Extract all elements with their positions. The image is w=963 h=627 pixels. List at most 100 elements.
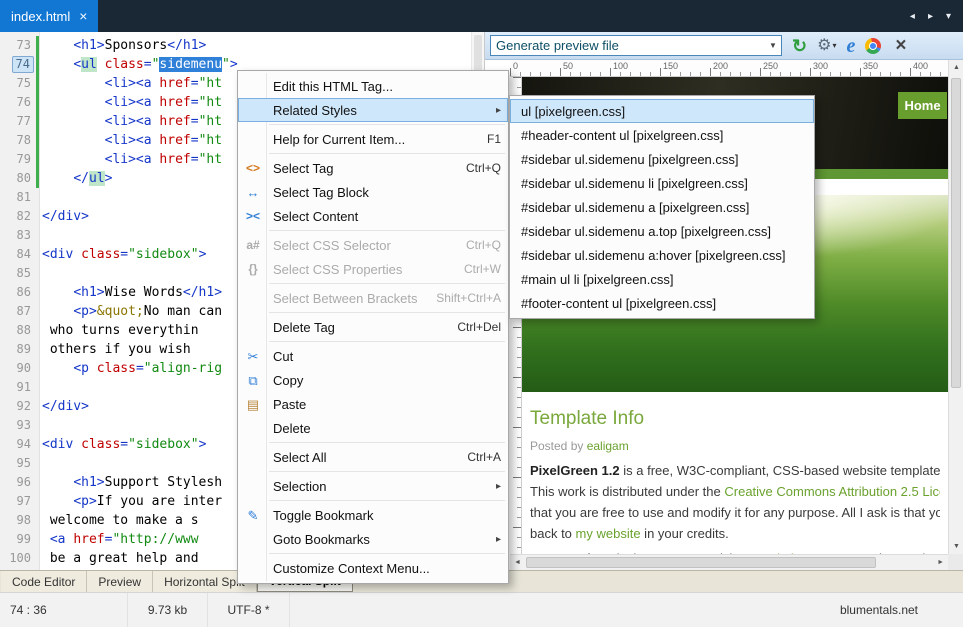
tab-scroll-right-icon[interactable]: ▸	[928, 11, 933, 22]
gutter-row[interactable]: 83	[0, 226, 39, 245]
menu-item-cut[interactable]: ✂Cut	[238, 344, 508, 368]
gutter-row[interactable]: 81	[0, 188, 39, 207]
home-button[interactable]: Home	[898, 92, 947, 119]
gutter-row[interactable]: 90	[0, 359, 39, 378]
gutter-row[interactable]: 88	[0, 321, 39, 340]
gutter-row[interactable]: 96	[0, 473, 39, 492]
tab-close-icon[interactable]: ×	[79, 9, 87, 23]
menu-item-customize-context-menu[interactable]: Customize Context Menu...	[238, 556, 508, 580]
refresh-icon[interactable]: ↻	[792, 37, 807, 55]
scroll-left-icon[interactable]: ◄	[514, 559, 521, 566]
preview-link[interactable]: my website	[576, 526, 641, 541]
gutter-row[interactable]: 95	[0, 454, 39, 473]
submenu-item[interactable]: #sidebar ul.sidemenu li [pixelgreen.css]	[510, 171, 814, 195]
tab-scroll-left-icon[interactable]: ◂	[910, 11, 915, 22]
gutter-row[interactable]: 87	[0, 302, 39, 321]
menu-item-related-styles[interactable]: Related Styles▸	[238, 98, 508, 122]
css-selector-icon: a#	[238, 239, 268, 251]
gutter-row[interactable]: 89	[0, 340, 39, 359]
gutter-row[interactable]: 92	[0, 397, 39, 416]
gutter-row[interactable]: 86	[0, 283, 39, 302]
gutter-row[interactable]: 97	[0, 492, 39, 511]
scroll-up-icon[interactable]: ▲	[953, 64, 960, 71]
gutter-row[interactable]: 79	[0, 150, 39, 169]
menu-item-label: Selection	[268, 479, 486, 494]
menu-item-edit-this-html-tag[interactable]: Edit this HTML Tag...	[238, 74, 508, 98]
gutter-row[interactable]: 84	[0, 245, 39, 264]
menu-item-select-all[interactable]: Select AllCtrl+A	[238, 445, 508, 469]
bottom-tab-preview[interactable]: Preview	[87, 571, 153, 592]
menu-item-label: Select CSS Selector	[268, 238, 456, 253]
gutter-row[interactable]: 94	[0, 435, 39, 454]
gutter-row[interactable]: 74	[0, 55, 39, 74]
gutter-row[interactable]: 93	[0, 416, 39, 435]
select-tag-block-icon: ↔	[238, 186, 268, 199]
menu-item-select-tag[interactable]: <>Select TagCtrl+Q	[238, 156, 508, 180]
menu-item-delete[interactable]: Delete	[238, 416, 508, 440]
menu-item-label: Copy	[268, 373, 491, 388]
scroll-down-icon[interactable]: ▼	[953, 543, 960, 550]
submenu-item[interactable]: #sidebar ul.sidemenu a:hover [pixelgreen…	[510, 243, 814, 267]
settings-button[interactable]: ⚙ ▾	[817, 38, 836, 54]
menu-shortcut: Ctrl+Q	[456, 238, 501, 252]
line-number: 95	[14, 456, 34, 471]
gutter-row[interactable]: 80	[0, 169, 39, 188]
scroll-right-icon[interactable]: ►	[937, 559, 944, 566]
submenu-item[interactable]: ul [pixelgreen.css]	[510, 99, 814, 123]
gutter-row[interactable]: 73	[0, 36, 39, 55]
gutter-row[interactable]: 99	[0, 530, 39, 549]
menu-shortcut: F1	[477, 132, 501, 146]
gutter-row[interactable]: 75	[0, 74, 39, 93]
preview-vertical-scrollbar[interactable]: ▲ ▼	[948, 60, 963, 554]
modified-line-marker	[36, 93, 39, 112]
bottom-tab-code-editor[interactable]: Code Editor	[1, 571, 87, 592]
menu-item-help-for-current-item[interactable]: Help for Current Item...F1	[238, 127, 508, 151]
submenu-item[interactable]: #sidebar ul.sidemenu a.top [pixelgreen.c…	[510, 219, 814, 243]
menu-item-delete-tag[interactable]: Delete TagCtrl+Del	[238, 315, 508, 339]
gutter-row[interactable]: 100	[0, 549, 39, 568]
menu-item-goto-bookmarks[interactable]: Goto Bookmarks▸	[238, 527, 508, 551]
menu-item-selection[interactable]: Selection▸	[238, 474, 508, 498]
gutter-row[interactable]: 76	[0, 93, 39, 112]
internet-explorer-icon[interactable]: e	[846, 36, 855, 56]
submenu-item[interactable]: #sidebar ul.sidemenu a [pixelgreen.css]	[510, 195, 814, 219]
line-number: 92	[14, 399, 34, 414]
menu-item-label: Goto Bookmarks	[268, 532, 486, 547]
author-link[interactable]: ealigam	[587, 439, 629, 453]
gutter-row[interactable]: 77	[0, 112, 39, 131]
menu-item-select-tag-block[interactable]: ↔Select Tag Block	[238, 180, 508, 204]
preview-horizontal-scrollbar[interactable]: ◄ ►	[510, 554, 948, 570]
line-number: 96	[14, 475, 34, 490]
vertical-scroll-thumb[interactable]	[951, 78, 961, 388]
code-line[interactable]: <h1>Sponsors</h1>	[42, 36, 471, 55]
gutter-row[interactable]: 91	[0, 378, 39, 397]
line-number: 79	[14, 152, 34, 167]
chrome-icon[interactable]	[865, 38, 881, 54]
submenu-item[interactable]: #sidebar ul.sidemenu [pixelgreen.css]	[510, 147, 814, 171]
gutter-row[interactable]: 78	[0, 131, 39, 150]
gutter-row[interactable]: 85	[0, 264, 39, 283]
menu-item-copy[interactable]: ⧉Copy	[238, 368, 508, 392]
menu-separator	[269, 471, 505, 472]
menu-item-select-content[interactable]: ><Select Content	[238, 204, 508, 228]
line-number: 74	[12, 56, 34, 73]
line-number: 81	[14, 190, 34, 205]
gutter-row[interactable]: 82	[0, 207, 39, 226]
tab-index-html[interactable]: index.html ×	[0, 0, 98, 32]
preview-link[interactable]: Creative Commons Attribution 2.5 License	[724, 484, 940, 499]
menu-item-toggle-bookmark[interactable]: ✎Toggle Bookmark	[238, 503, 508, 527]
modified-line-marker	[36, 55, 39, 74]
menu-separator	[269, 341, 505, 342]
submenu-item[interactable]: #main ul li [pixelgreen.css]	[510, 267, 814, 291]
submenu-item[interactable]: #footer-content ul [pixelgreen.css]	[510, 291, 814, 315]
horizontal-scroll-thumb[interactable]	[526, 557, 876, 568]
submenu-item[interactable]: #header-content ul [pixelgreen.css]	[510, 123, 814, 147]
preview-mode-combobox[interactable]: Generate preview file ▼	[490, 35, 782, 56]
document-tabbar: index.html × ◂ ▸ ▾	[0, 0, 963, 32]
menu-item-label: Select Tag	[268, 161, 456, 176]
combo-dropdown-icon[interactable]: ▼	[765, 41, 781, 50]
gutter-row[interactable]: 98	[0, 511, 39, 530]
tab-list-icon[interactable]: ▾	[946, 11, 951, 22]
preview-close-icon[interactable]: ×	[895, 36, 906, 55]
menu-item-paste[interactable]: ▤Paste	[238, 392, 508, 416]
